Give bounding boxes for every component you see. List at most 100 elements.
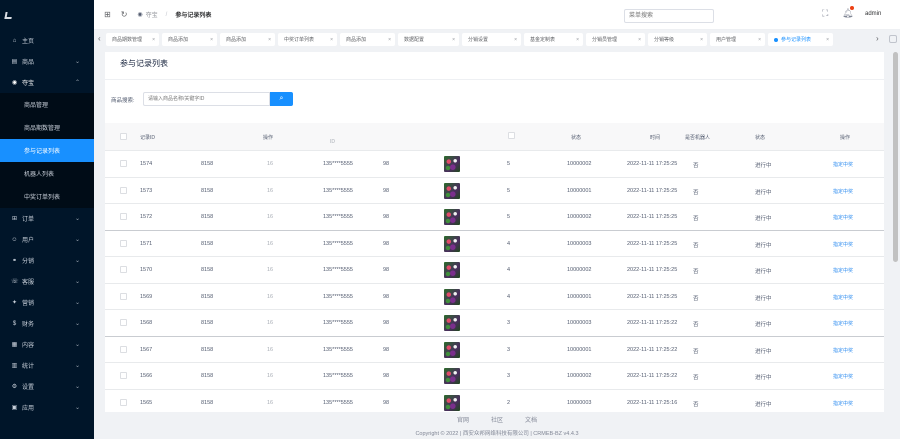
footer-link-2[interactable]: 文档 <box>525 415 537 424</box>
sidebar-item-1[interactable]: ▤ 商品 ⌄ <box>0 51 94 72</box>
tab-11[interactable]: 参与记录列表 × <box>768 33 833 46</box>
submenu-item-3[interactable]: 机器人列表 <box>0 162 94 185</box>
tab-4[interactable]: 商品添加 × <box>340 33 395 46</box>
submenu-item-2[interactable]: 参与记录列表 <box>0 139 94 162</box>
sidebar-item-11[interactable]: ⚙ 设置 ⌄ <box>0 376 94 397</box>
goods-thumbnail[interactable] <box>444 288 460 305</box>
submenu-item-4[interactable]: 中奖订单列表 <box>0 185 94 208</box>
close-icon[interactable]: × <box>638 37 641 43</box>
sidebar-item-0[interactable]: ⌂ 主页 <box>0 30 94 51</box>
tab-9[interactable]: 分销等级 × <box>648 33 707 46</box>
close-icon[interactable]: × <box>826 37 829 43</box>
footer-link-0[interactable]: 官网 <box>457 415 469 424</box>
sidebar-item-4[interactable]: ☺ 用户 ⌄ <box>0 229 94 250</box>
goods-thumbnail[interactable] <box>444 315 460 331</box>
table-row[interactable]: 1568 8158 16 135****5555 98 3 10000003 2… <box>105 310 884 337</box>
submenu-item-0[interactable]: 商品管理 <box>0 93 94 116</box>
assign-winner-link[interactable]: 指定中奖 <box>833 267 853 274</box>
sidebar-item-3[interactable]: ⊞ 订单 ⌄ <box>0 208 94 229</box>
close-icon[interactable]: × <box>152 37 155 43</box>
goods-thumbnail[interactable] <box>444 235 460 252</box>
row-checkbox[interactable] <box>120 160 127 167</box>
row-checkbox[interactable] <box>120 345 127 353</box>
tab-1[interactable]: 商品添加 × <box>162 33 217 46</box>
tab-7[interactable]: 基金定制表 × <box>524 33 583 46</box>
assign-winner-link[interactable]: 指定中奖 <box>833 161 853 168</box>
row-checkbox[interactable] <box>120 398 127 406</box>
page-scrollbar[interactable] <box>893 52 898 262</box>
assign-winner-link[interactable]: 指定中奖 <box>833 294 853 301</box>
sidebar-item-12[interactable]: ▣ 应用 ⌄ <box>0 397 94 418</box>
row-checkbox[interactable] <box>120 186 127 194</box>
sidebar-item-9[interactable]: ▦ 内容 ⌄ <box>0 334 94 355</box>
fullscreen-icon[interactable]: ⛶ <box>822 8 828 19</box>
footer-link-1[interactable]: 社区 <box>491 415 503 424</box>
table-row[interactable]: 1573 8158 16 135****5555 98 5 10000001 2… <box>105 177 884 204</box>
user-name[interactable]: admin <box>865 11 881 17</box>
close-icon[interactable]: × <box>514 37 517 43</box>
table-row[interactable]: 1569 8158 16 135****5555 98 4 10000001 2… <box>105 283 884 310</box>
refresh-icon[interactable]: ↻ <box>121 10 128 19</box>
close-icon[interactable]: × <box>576 37 579 43</box>
table-row[interactable]: 1566 8158 16 135****5555 98 3 10000002 2… <box>105 363 884 390</box>
close-icon[interactable]: × <box>210 37 213 43</box>
menu-collapse-icon[interactable]: ⊞ <box>104 10 111 19</box>
sidebar-item-7[interactable]: ✦ 营销 ⌄ <box>0 292 94 313</box>
close-icon[interactable]: × <box>268 37 271 43</box>
menu-search-input[interactable] <box>624 9 714 23</box>
sidebar-item-10[interactable]: ▥ 统计 ⌄ <box>0 355 94 376</box>
sidebar-item-8[interactable]: $ 财务 ⌄ <box>0 313 94 334</box>
assign-winner-link[interactable]: 指定中奖 <box>833 188 853 195</box>
goods-thumbnail[interactable] <box>444 368 460 384</box>
goods-thumbnail[interactable] <box>444 209 460 225</box>
goods-thumbnail[interactable] <box>444 341 460 358</box>
goods-search-input[interactable] <box>143 92 270 106</box>
tab-3[interactable]: 中奖订单列表 × <box>278 33 337 46</box>
table-row[interactable]: 1567 8158 16 135****5555 98 3 10000001 2… <box>105 336 884 363</box>
sidebar-item-2[interactable]: ◉ 夺宝 ⌃ <box>0 72 94 93</box>
assign-winner-link[interactable]: 指定中奖 <box>833 320 853 327</box>
row-checkbox[interactable] <box>120 266 127 273</box>
sidebar-item-6[interactable]: ☏ 客服 ⌄ <box>0 271 94 292</box>
table-row[interactable]: 1570 8158 16 135****5555 98 4 10000002 2… <box>105 257 884 284</box>
th-checkbox[interactable] <box>508 132 515 139</box>
assign-winner-link[interactable]: 指定中奖 <box>833 373 853 380</box>
sidebar-item-5[interactable]: ⚭ 分销 ⌄ <box>0 250 94 271</box>
tabs-menu-icon[interactable] <box>889 35 897 43</box>
goods-thumbnail[interactable] <box>444 262 460 278</box>
tabs-next-icon[interactable]: › <box>876 34 879 43</box>
tab-0[interactable]: 商品期数管理 × <box>106 33 159 46</box>
table-row[interactable]: 1572 8158 16 135****5555 98 5 10000002 2… <box>105 204 884 231</box>
tab-2[interactable]: 商品添加 × <box>220 33 275 46</box>
tab-5[interactable]: 数据配置 × <box>398 33 459 46</box>
row-checkbox[interactable] <box>120 239 127 247</box>
goods-thumbnail[interactable] <box>444 394 460 411</box>
logo[interactable] <box>0 0 94 30</box>
goods-thumbnail[interactable] <box>444 156 460 172</box>
search-button[interactable]: ⌕ <box>270 92 293 106</box>
row-checkbox[interactable] <box>120 292 127 300</box>
tab-10[interactable]: 用户管理 × <box>710 33 765 46</box>
row-checkbox[interactable] <box>120 319 127 326</box>
submenu-item-1[interactable]: 商品期数管理 <box>0 116 94 139</box>
assign-winner-link[interactable]: 指定中奖 <box>833 400 853 407</box>
tabs-prev-icon[interactable]: ‹ <box>98 34 101 43</box>
assign-winner-link[interactable]: 指定中奖 <box>833 214 853 221</box>
close-icon[interactable]: × <box>330 37 333 43</box>
table-row[interactable]: 1565 8158 16 135****5555 98 2 10000003 2… <box>105 389 884 412</box>
close-icon[interactable]: × <box>452 37 455 43</box>
breadcrumb-root[interactable]: 夺宝 <box>146 10 158 19</box>
goods-thumbnail[interactable] <box>444 182 460 199</box>
close-icon[interactable]: × <box>758 37 761 43</box>
row-checkbox[interactable] <box>120 213 127 220</box>
select-all-checkbox[interactable] <box>120 133 127 140</box>
close-icon[interactable]: × <box>700 37 703 43</box>
assign-winner-link[interactable]: 指定中奖 <box>833 241 853 248</box>
tab-8[interactable]: 分销员管理 × <box>586 33 645 46</box>
close-icon[interactable]: × <box>388 37 391 43</box>
assign-winner-link[interactable]: 指定中奖 <box>833 347 853 354</box>
table-row[interactable]: 1571 8158 16 135****5555 98 4 10000003 2… <box>105 230 884 257</box>
row-checkbox[interactable] <box>120 372 127 379</box>
tab-6[interactable]: 分销设置 × <box>462 33 521 46</box>
table-row[interactable]: 1574 8158 16 135****5555 98 5 10000002 2… <box>105 151 884 178</box>
